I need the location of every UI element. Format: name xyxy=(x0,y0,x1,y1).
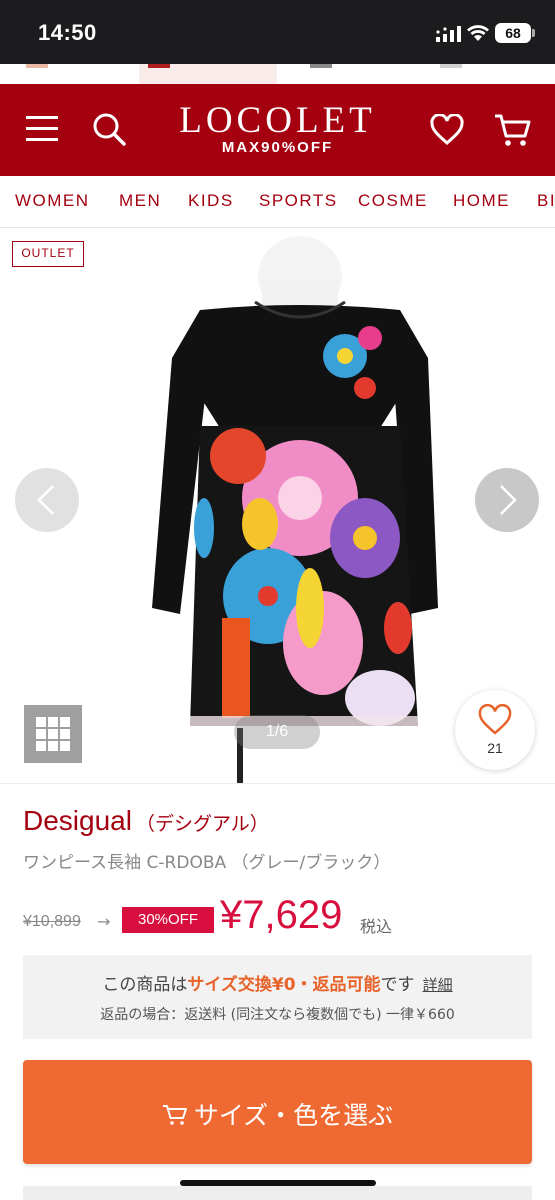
original-price: ¥10,899 xyxy=(23,913,81,930)
return-notice-line2: 返品の場合：返送料 (同注文なら複数個でも) 一律￥660 xyxy=(100,1007,455,1023)
notice-highlight: サイズ交換¥0・返品可能 xyxy=(187,975,381,995)
thumbnail-4[interactable] xyxy=(440,64,462,68)
price-row: ¥10,899 → 30%OFF ¥7,629 税込 xyxy=(23,893,543,945)
category-kids[interactable]: KIDS xyxy=(188,191,234,211)
return-notice-line1: この商品はサイズ交換¥0・返品可能です 詳細 xyxy=(23,970,532,995)
select-size-color-button[interactable]: サイズ・色を選ぶ xyxy=(23,1060,532,1164)
thumbnail-2-mark xyxy=(148,64,170,68)
price-arrow: → xyxy=(97,912,111,931)
wifi-icon xyxy=(467,25,489,41)
cellular-signal-icon xyxy=(436,26,461,42)
chevron-right-icon xyxy=(500,485,517,515)
battery-cap xyxy=(532,29,535,37)
secondary-button[interactable] xyxy=(23,1186,532,1200)
return-notice: この商品はサイズ交換¥0・返品可能です 詳細 返品の場合：返送料 (同注文なら複数… xyxy=(23,955,532,1039)
category-home[interactable]: HOME xyxy=(453,191,510,211)
image-page-indicator: 1/6 xyxy=(234,715,320,749)
cart-icon[interactable] xyxy=(494,112,532,150)
status-bar: 14:50 68 xyxy=(0,0,555,64)
notice-suffix: です xyxy=(380,975,415,995)
thumbnail-strip xyxy=(0,64,555,84)
site-header: LOCOLET MAX90%OFF xyxy=(0,84,555,176)
search-icon[interactable] xyxy=(92,112,126,146)
chevron-left-icon xyxy=(37,485,54,515)
heart-outline-icon xyxy=(478,704,512,735)
brand-name[interactable]: Desigual （デシグアル） xyxy=(23,805,269,837)
status-time: 14:50 xyxy=(38,20,97,45)
sale-price: ¥7,629 xyxy=(220,893,343,937)
category-more[interactable]: BI xyxy=(537,191,555,211)
product-name: ワンピース長袖 C-RDOBA （グレー/ブラック） xyxy=(23,853,391,873)
discount-badge: 30%OFF xyxy=(122,907,214,933)
thumbnail-3[interactable] xyxy=(310,64,332,68)
category-cosme[interactable]: COSME xyxy=(358,191,428,211)
divider xyxy=(0,783,555,784)
menu-icon[interactable] xyxy=(26,114,58,144)
logo-sub: MAX90%OFF xyxy=(221,139,334,156)
logo-name: LOCOLET xyxy=(179,100,376,141)
outlet-badge: OUTLET xyxy=(12,241,84,267)
grid-icon xyxy=(36,717,70,751)
category-men[interactable]: MEN xyxy=(119,191,161,211)
thumbnail-1[interactable] xyxy=(26,64,48,68)
next-image-button[interactable] xyxy=(475,468,539,532)
home-indicator xyxy=(180,1180,376,1186)
cta-label: サイズ・色を選ぶ xyxy=(193,1101,394,1130)
tax-label: 税込 xyxy=(360,917,393,936)
category-women[interactable]: WOMEN xyxy=(15,191,90,211)
notice-detail-link[interactable]: 詳細 xyxy=(423,976,453,994)
brand-name-en: Desigual xyxy=(23,805,132,836)
favorite-button[interactable]: 21 xyxy=(455,690,535,770)
category-sports[interactable]: SPORTS xyxy=(259,191,338,211)
brand-name-jp: （デシグアル） xyxy=(135,813,269,835)
product-gallery: OUTLET 1/6 21 xyxy=(0,228,555,783)
cart-icon xyxy=(162,1105,187,1125)
battery-icon: 68 xyxy=(495,23,531,43)
site-logo[interactable]: LOCOLET MAX90%OFF xyxy=(150,102,405,156)
category-nav: WOMEN MEN KIDS SPORTS COSME HOME BI xyxy=(0,176,555,228)
cta-label-row: サイズ・色を選ぶ xyxy=(23,1096,532,1132)
previous-image-button[interactable] xyxy=(15,468,79,532)
notice-prefix: この商品は xyxy=(102,975,188,995)
favorite-count: 21 xyxy=(487,740,503,756)
heart-icon[interactable] xyxy=(430,114,464,146)
image-grid-button[interactable] xyxy=(24,705,82,763)
